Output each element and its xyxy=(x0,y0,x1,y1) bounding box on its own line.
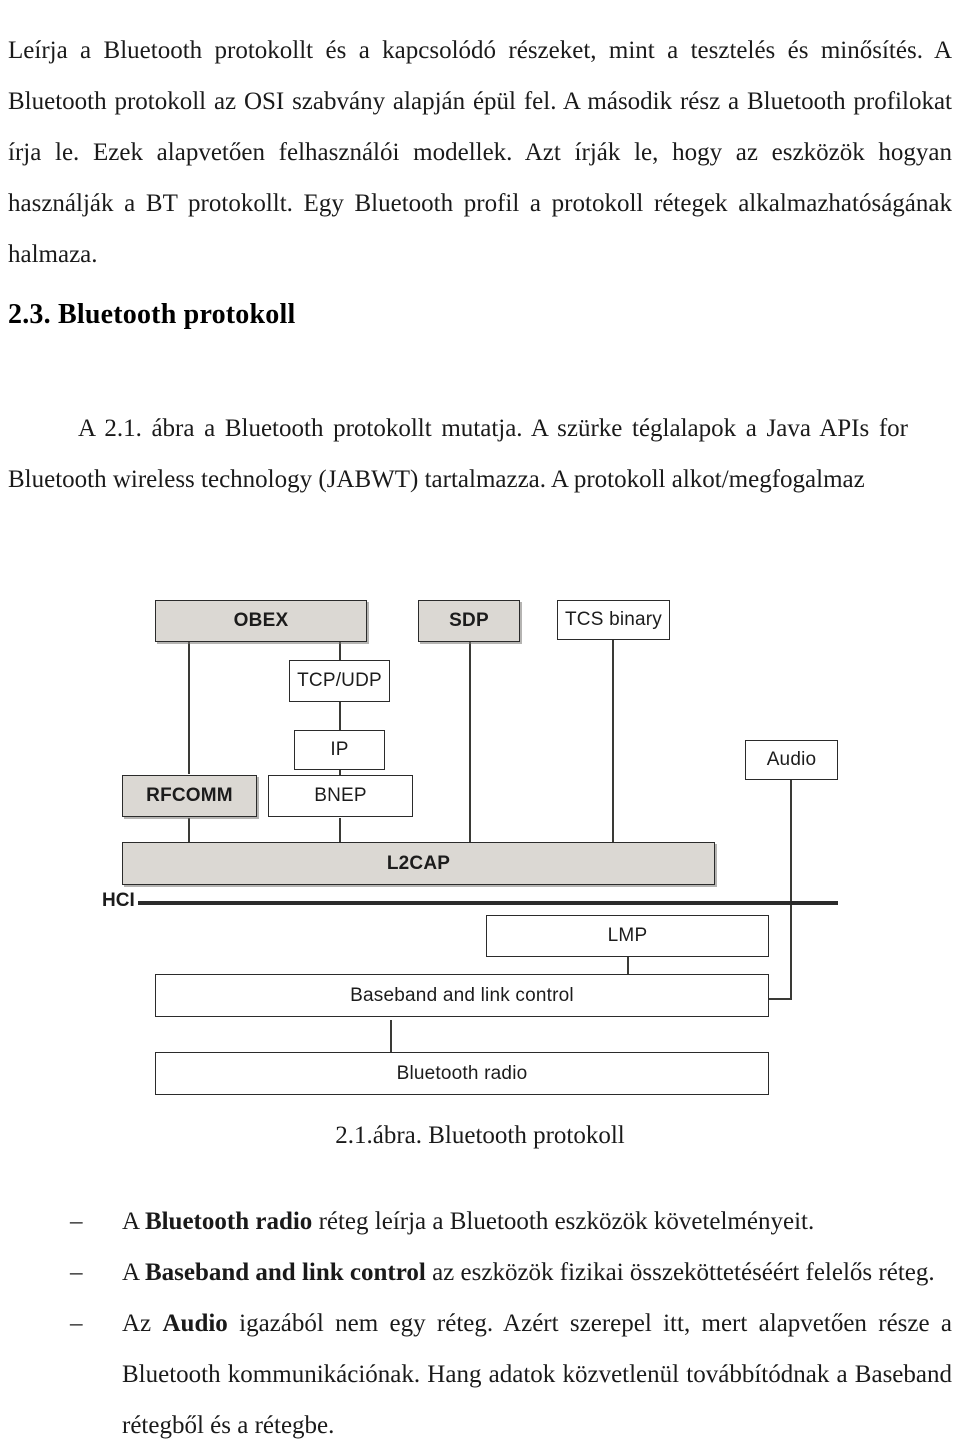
connector-tcs-to-l2cap xyxy=(612,608,614,842)
note-suffix: réteg leírja a Bluetooth eszközök követe… xyxy=(312,1208,815,1235)
note-bold-term: Baseband and link control xyxy=(144,1259,426,1286)
section-heading: 2.3. Bluetooth protokoll xyxy=(8,299,296,331)
bullet-dash: – xyxy=(70,1259,83,1286)
list-item: – A Bluetooth radio réteg leírja a Bluet… xyxy=(0,1196,960,1247)
connector-baseband-to-radio xyxy=(390,1020,392,1055)
list-item: – A Baseband and link control az eszközö… xyxy=(0,1247,960,1298)
node-bluetooth-radio-label: Bluetooth radio xyxy=(396,1062,528,1084)
document-page: Leírja a Bluetooth protokollt és a kapcs… xyxy=(0,0,960,1439)
notes-list: – A Bluetooth radio réteg leírja a Bluet… xyxy=(0,1196,960,1451)
node-ip-label: IP xyxy=(330,739,349,760)
node-audio-label: Audio xyxy=(766,749,817,770)
node-obex-label: OBEX xyxy=(233,610,289,631)
node-audio: Audio xyxy=(745,740,838,780)
node-sdp-label: SDP xyxy=(449,610,489,631)
note-bold-term: Audio xyxy=(162,1310,228,1337)
list-item: – Az Audio igazából nem egy réteg. Azért… xyxy=(0,1298,960,1451)
figure-caption: 2.1.ábra. Bluetooth protokoll xyxy=(335,1122,625,1149)
node-tcp-udp: TCP/UDP xyxy=(289,660,390,702)
note-prefix: A xyxy=(122,1259,145,1286)
node-baseband-label: Baseband and link control xyxy=(350,984,574,1006)
bullet-dash: – xyxy=(70,1208,83,1235)
bluetooth-protocol-diagram: OBEX SDP TCS binary TCP/UDP IP RFCOMM BN… xyxy=(0,560,960,1095)
node-lmp-label: LMP xyxy=(607,925,648,946)
connector-audio-down xyxy=(790,780,792,999)
note-bold-term: Bluetooth radio xyxy=(144,1208,313,1235)
note-prefix: Az xyxy=(122,1310,163,1337)
node-bnep-label: BNEP xyxy=(314,785,367,806)
hci-divider-line xyxy=(138,901,838,905)
node-rfcomm-label: RFCOMM xyxy=(146,785,233,806)
connector-bnep-to-l2cap xyxy=(339,818,341,842)
node-baseband-and-link-control: Baseband and link control xyxy=(155,974,769,1017)
connector-audio-to-baseband xyxy=(768,998,792,1000)
node-ip: IP xyxy=(294,730,385,770)
note-suffix: igazából nem egy réteg. Azért szerepel i… xyxy=(122,1310,953,1439)
node-lmp: LMP xyxy=(486,915,769,957)
connector-rfcomm-to-l2cap xyxy=(188,818,190,842)
node-l2cap-label: L2CAP xyxy=(386,852,451,874)
node-bnep: BNEP xyxy=(268,775,413,817)
node-tcs-binary-label: TCS binary xyxy=(564,609,663,630)
note-suffix: az eszközök fizikai összeköttetéséért fe… xyxy=(425,1259,935,1286)
figure-intro-paragraph: A 2.1. ábra a Bluetooth protokollt mutat… xyxy=(8,415,908,493)
hci-label: HCI xyxy=(102,890,135,911)
node-sdp: SDP xyxy=(418,600,520,642)
note-prefix: A xyxy=(122,1208,145,1235)
node-bluetooth-radio: Bluetooth radio xyxy=(155,1052,769,1095)
node-rfcomm: RFCOMM xyxy=(122,775,257,817)
node-tcp-udp-label: TCP/UDP xyxy=(297,670,382,691)
node-l2cap: L2CAP xyxy=(122,842,715,885)
connector-tcpudp-to-ip xyxy=(339,700,341,732)
node-tcs-binary: TCS binary xyxy=(557,600,670,640)
bullet-dash: – xyxy=(70,1310,83,1337)
node-obex: OBEX xyxy=(155,600,367,642)
intro-paragraph: Leírja a Bluetooth protokollt és a kapcs… xyxy=(8,37,952,268)
connector-sdp-to-l2cap xyxy=(469,608,471,842)
